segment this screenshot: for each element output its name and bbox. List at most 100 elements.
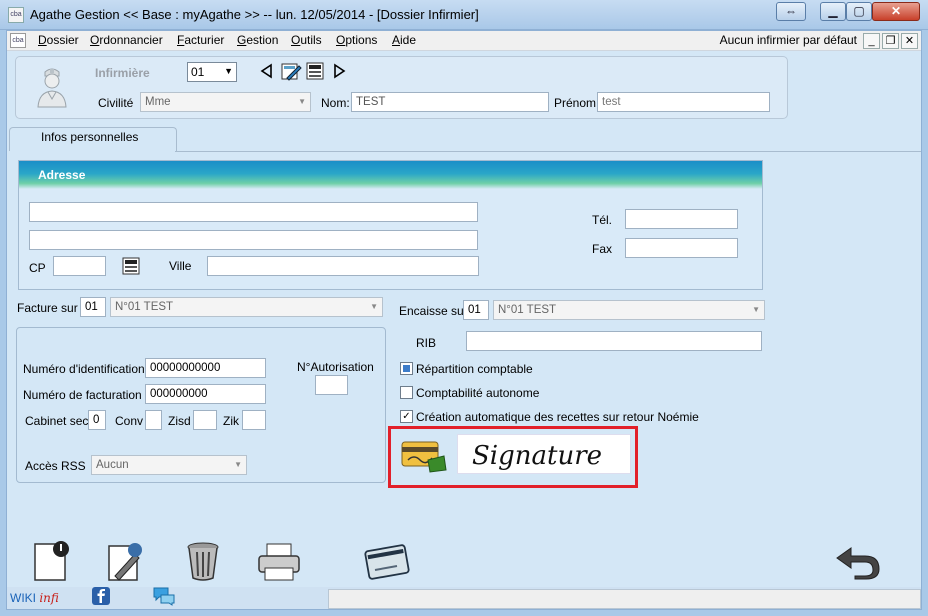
menu-facturier[interactable]: Facturier bbox=[177, 33, 224, 47]
next-record-icon[interactable] bbox=[333, 63, 347, 79]
adresse-title: Adresse bbox=[38, 168, 86, 182]
chevron-down-icon: ▼ bbox=[224, 66, 233, 76]
encaisse-sur-label: Encaisse sur bbox=[399, 304, 468, 318]
creation-auto-label: Création automatique des recettes sur re… bbox=[416, 410, 699, 424]
infirmiere-label: Infirmière bbox=[95, 66, 150, 80]
cabinet-label: Cabinet sec. bbox=[25, 414, 92, 428]
app-icon: cba bbox=[8, 7, 24, 23]
wiki-infi-link[interactable]: WIKI infi bbox=[10, 591, 59, 605]
menu-options[interactable]: Options bbox=[336, 33, 377, 47]
calculator-icon[interactable] bbox=[306, 62, 324, 80]
nom-label: Nom: bbox=[321, 96, 350, 110]
minimize-button[interactable]: ▁ bbox=[820, 2, 846, 21]
window-titlebar: cba Agathe Gestion << Base : myAgathe >>… bbox=[0, 0, 928, 30]
rss-select[interactable]: Aucun ▼ bbox=[91, 455, 247, 475]
tab-infos-personnelles-label: Infos personnelles bbox=[41, 130, 139, 144]
window-title: Agathe Gestion << Base : myAgathe >> -- … bbox=[30, 7, 479, 22]
repartition-label: Répartition comptable bbox=[416, 362, 533, 376]
fax-field[interactable] bbox=[625, 238, 738, 258]
civilite-label: Civilité bbox=[98, 96, 134, 110]
signature-card-icon[interactable] bbox=[400, 436, 452, 474]
nurse-icon bbox=[37, 68, 67, 108]
num-fact-label: Numéro de facturation bbox=[23, 388, 142, 402]
prenom-field[interactable]: test bbox=[597, 92, 770, 112]
fax-label: Fax bbox=[592, 242, 613, 256]
compta-autonome-checkbox[interactable] bbox=[400, 386, 413, 399]
menu-outils[interactable]: Outils bbox=[291, 33, 322, 47]
signature-text: Signature bbox=[472, 441, 602, 471]
maximize-button[interactable]: ▢ bbox=[846, 2, 872, 21]
encaisse-code-field[interactable]: 01 bbox=[463, 300, 489, 320]
num-id-field[interactable]: 00000000000 bbox=[145, 358, 266, 378]
dossier-infirmier-window: cba Dossier Ordonnancier Facturier Gesti… bbox=[6, 30, 922, 610]
zik-field[interactable] bbox=[242, 410, 266, 430]
print-icon[interactable] bbox=[257, 542, 301, 582]
edit-record-icon[interactable] bbox=[280, 61, 302, 81]
chevron-down-icon: ▼ bbox=[234, 460, 242, 469]
status-field bbox=[328, 589, 921, 609]
facture-code-field[interactable]: 01 bbox=[80, 297, 106, 317]
facture-sur-label: Facture sur bbox=[17, 301, 78, 315]
compta-autonome-label: Comptabilité autonome bbox=[416, 386, 540, 400]
zisd-field[interactable] bbox=[193, 410, 217, 430]
num-fact-field[interactable]: 000000000 bbox=[145, 384, 266, 404]
menu-bar: cba Dossier Ordonnancier Facturier Gesti… bbox=[7, 31, 921, 51]
encaisse-sur-select[interactable]: N°01 TEST ▼ bbox=[493, 300, 765, 320]
civilite-value: Mme bbox=[145, 96, 171, 108]
document-icon[interactable]: cba bbox=[10, 33, 26, 48]
tab-divider bbox=[175, 151, 921, 152]
default-nurse-label: Aucun infirmier par défaut bbox=[719, 33, 857, 47]
cabinet-field[interactable]: 0 bbox=[88, 410, 106, 430]
child-close-button[interactable]: ✕ bbox=[901, 33, 918, 49]
child-minimize-button[interactable]: _ bbox=[863, 33, 880, 49]
nom-field[interactable]: TEST bbox=[351, 92, 549, 112]
ville-label: Ville bbox=[169, 259, 192, 273]
wiki-suffix: infi bbox=[39, 591, 59, 605]
nurse-number-select[interactable]: 01 ▼ bbox=[187, 62, 237, 82]
bottom-toolbar bbox=[7, 532, 921, 588]
cp-label: CP bbox=[29, 261, 46, 275]
vitale-card-icon[interactable] bbox=[363, 542, 411, 582]
address-line-1-field[interactable] bbox=[29, 202, 478, 222]
address-line-2-field[interactable] bbox=[29, 230, 478, 250]
tel-label: Tél. bbox=[592, 213, 613, 227]
menu-aide[interactable]: Aide bbox=[392, 33, 416, 47]
facture-sur-select[interactable]: N°01 TEST ▼ bbox=[110, 297, 383, 317]
chat-icon[interactable] bbox=[152, 586, 176, 606]
previous-record-icon[interactable] bbox=[259, 63, 273, 79]
new-document-icon[interactable] bbox=[31, 540, 71, 582]
prenom-label: Prénom bbox=[554, 96, 597, 110]
repartition-checkbox[interactable] bbox=[400, 362, 413, 375]
chevron-down-icon: ▼ bbox=[298, 97, 306, 106]
tel-field[interactable] bbox=[625, 209, 738, 229]
facture-sur-value: N°01 TEST bbox=[115, 301, 174, 313]
signature-image[interactable]: Signature bbox=[457, 434, 631, 474]
zisd-label: Zisd bbox=[168, 414, 191, 428]
menu-gestion[interactable]: Gestion bbox=[237, 33, 278, 47]
chevron-down-icon: ▼ bbox=[370, 302, 378, 311]
ville-field[interactable] bbox=[207, 256, 479, 276]
rss-label: Accès RSS bbox=[25, 459, 86, 473]
restore-window-button[interactable]: ⇔ bbox=[776, 2, 806, 21]
rib-field[interactable] bbox=[466, 331, 762, 351]
rib-label: RIB bbox=[416, 336, 437, 350]
edit-document-icon[interactable] bbox=[105, 540, 145, 582]
cp-field[interactable] bbox=[53, 256, 106, 276]
autorisation-field[interactable] bbox=[315, 375, 348, 395]
signature-drawing: Signature bbox=[472, 441, 602, 471]
back-arrow-icon[interactable] bbox=[833, 544, 883, 580]
nurse-number-value: 01 bbox=[191, 65, 205, 79]
facebook-icon[interactable] bbox=[91, 586, 111, 606]
close-button[interactable]: ✕ bbox=[872, 2, 920, 21]
civilite-select[interactable]: Mme ▼ bbox=[140, 92, 311, 112]
conv-field[interactable] bbox=[145, 410, 162, 430]
num-id-label: Numéro d'identification bbox=[23, 362, 145, 376]
creation-auto-checkbox[interactable]: ✓ bbox=[400, 410, 413, 423]
trash-icon[interactable] bbox=[185, 540, 221, 582]
menu-ordonnancier[interactable]: Ordonnancier bbox=[90, 33, 163, 47]
zik-label: Zik bbox=[223, 414, 239, 428]
calculator-icon[interactable] bbox=[122, 257, 140, 275]
chevron-down-icon: ▼ bbox=[752, 305, 760, 314]
menu-dossier[interactable]: Dossier bbox=[38, 33, 79, 47]
child-restore-button[interactable]: ❐ bbox=[882, 33, 899, 49]
